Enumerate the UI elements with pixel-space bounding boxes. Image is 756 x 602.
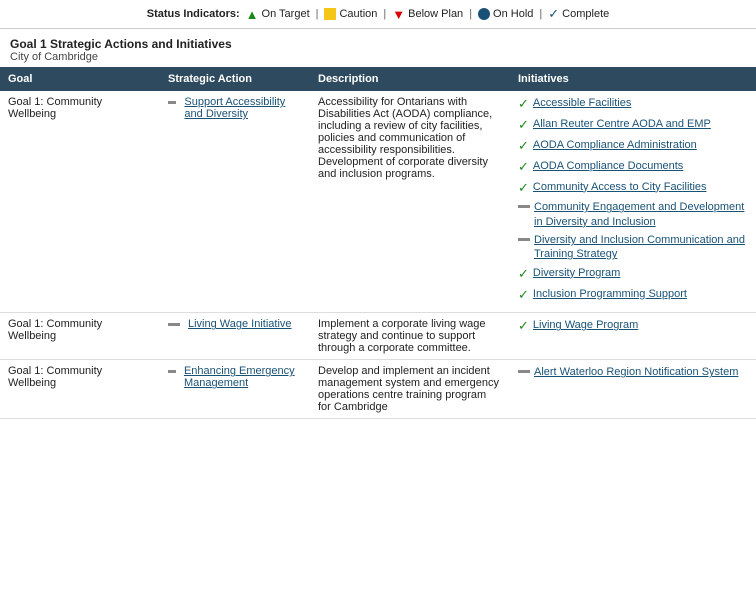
initiative-link[interactable]: Community Access to City Facilities xyxy=(533,180,707,194)
table-row: Goal 1: Community Wellbeing Enhancing Eme… xyxy=(0,360,756,419)
description-cell: Accessibility for Ontarians with Disabil… xyxy=(310,91,510,313)
col-header-init: Initiatives xyxy=(510,67,756,91)
initiative-item: Alert Waterloo Region Notification Syste… xyxy=(518,365,748,379)
indicator-on-target: ▲ On Target xyxy=(246,7,310,22)
description-cell: Implement a corporate living wage strate… xyxy=(310,313,510,360)
dash-icon xyxy=(518,370,530,373)
caution-label: Caution xyxy=(339,8,377,20)
goal-cell: Goal 1: Community Wellbeing xyxy=(0,313,160,360)
col-header-goal: Goal xyxy=(0,67,160,91)
initiative-item: ✓ Accessible Facilities xyxy=(518,96,748,113)
goal-cell: Goal 1: Community Wellbeing xyxy=(0,91,160,313)
check-icon: ✓ xyxy=(518,117,529,134)
action-link[interactable]: Enhancing Emergency Management xyxy=(184,365,302,389)
indicator-on-hold: On Hold xyxy=(478,8,533,20)
initiative-link[interactable]: AODA Compliance Administration xyxy=(533,138,697,152)
initiative-link[interactable]: Diversity Program xyxy=(533,266,620,280)
table-row: Goal 1: Community Wellbeing Living Wage I… xyxy=(0,313,756,360)
check-icon: ✓ xyxy=(518,96,529,113)
status-bar: Status Indicators: ▲ On Target | Caution… xyxy=(0,0,756,29)
action-status-icon xyxy=(168,323,180,326)
initiative-link[interactable]: Alert Waterloo Region Notification Syste… xyxy=(534,365,738,379)
on-hold-icon xyxy=(478,8,490,20)
dash-icon xyxy=(518,205,530,208)
action-cell: Enhancing Emergency Management xyxy=(160,360,310,419)
action-status-icon xyxy=(168,370,176,373)
check-icon: ✓ xyxy=(518,138,529,155)
initiative-link[interactable]: Community Engagement and Development in … xyxy=(534,200,748,229)
initiative-link[interactable]: Inclusion Programming Support xyxy=(533,287,687,301)
initiatives-cell: ✓ Living Wage Program xyxy=(510,313,756,360)
initiative-item: ✓ Inclusion Programming Support xyxy=(518,287,748,304)
main-table: Goal Strategic Action Description Initia… xyxy=(0,67,756,419)
check-icon: ✓ xyxy=(518,266,529,283)
col-header-desc: Description xyxy=(310,67,510,91)
page-header: Goal 1 Strategic Actions and Initiatives… xyxy=(0,29,756,67)
on-target-icon: ▲ xyxy=(246,7,259,22)
action-link[interactable]: Living Wage Initiative xyxy=(188,318,292,330)
dash-icon xyxy=(518,238,530,241)
description-cell: Develop and implement an incident manage… xyxy=(310,360,510,419)
status-bar-label: Status Indicators: xyxy=(147,8,240,20)
below-plan-icon: ▼ xyxy=(392,7,405,22)
action-cell: Living Wage Initiative xyxy=(160,313,310,360)
goal-label: Goal 1: Community Wellbeing xyxy=(8,96,152,120)
initiative-item: ✓ Community Access to City Facilities xyxy=(518,180,748,197)
goal-label: Goal 1: Community Wellbeing xyxy=(8,365,152,389)
initiative-link[interactable]: Allan Reuter Centre AODA and EMP xyxy=(533,117,711,131)
complete-label: Complete xyxy=(562,8,609,20)
initiative-item: ✓ Diversity Program xyxy=(518,266,748,283)
below-plan-label: Below Plan xyxy=(408,8,463,20)
initiative-item: Community Engagement and Development in … xyxy=(518,200,748,229)
caution-icon xyxy=(324,8,336,20)
table-header-row: Goal Strategic Action Description Initia… xyxy=(0,67,756,91)
initiatives-cell: Alert Waterloo Region Notification Syste… xyxy=(510,360,756,419)
indicator-below-plan: ▼ Below Plan xyxy=(392,7,463,22)
initiative-item: ✓ AODA Compliance Documents xyxy=(518,159,748,176)
initiative-item: ✓ Allan Reuter Centre AODA and EMP xyxy=(518,117,748,134)
initiative-item: ✓ AODA Compliance Administration xyxy=(518,138,748,155)
page-subtitle: City of Cambridge xyxy=(10,51,746,63)
initiative-link[interactable]: AODA Compliance Documents xyxy=(533,159,683,173)
check-icon: ✓ xyxy=(518,180,529,197)
col-header-action: Strategic Action xyxy=(160,67,310,91)
action-cell: Support Accessibility and Diversity xyxy=(160,91,310,313)
goal-cell: Goal 1: Community Wellbeing xyxy=(0,360,160,419)
goal-label: Goal 1: Community Wellbeing xyxy=(8,318,152,342)
table-row: Goal 1: Community Wellbeing Support Acces… xyxy=(0,91,756,313)
on-target-label: On Target xyxy=(262,8,310,20)
page-title: Goal 1 Strategic Actions and Initiatives xyxy=(10,37,746,51)
action-link[interactable]: Support Accessibility and Diversity xyxy=(184,96,302,120)
check-icon: ✓ xyxy=(518,159,529,176)
initiative-item: Diversity and Inclusion Communication an… xyxy=(518,233,748,262)
initiative-item: ✓ Living Wage Program xyxy=(518,318,748,335)
indicator-caution: Caution xyxy=(324,8,377,20)
check-icon: ✓ xyxy=(518,287,529,304)
initiatives-cell: ✓ Accessible Facilities ✓ Allan Reuter Cent… xyxy=(510,91,756,313)
initiative-link[interactable]: Accessible Facilities xyxy=(533,96,631,110)
on-hold-label: On Hold xyxy=(493,8,533,20)
action-status-icon xyxy=(168,101,176,104)
complete-icon: ✓ xyxy=(548,6,559,22)
initiative-link[interactable]: Living Wage Program xyxy=(533,318,638,332)
check-icon: ✓ xyxy=(518,318,529,335)
initiative-link[interactable]: Diversity and Inclusion Communication an… xyxy=(534,233,748,262)
indicator-complete: ✓ Complete xyxy=(548,6,609,22)
